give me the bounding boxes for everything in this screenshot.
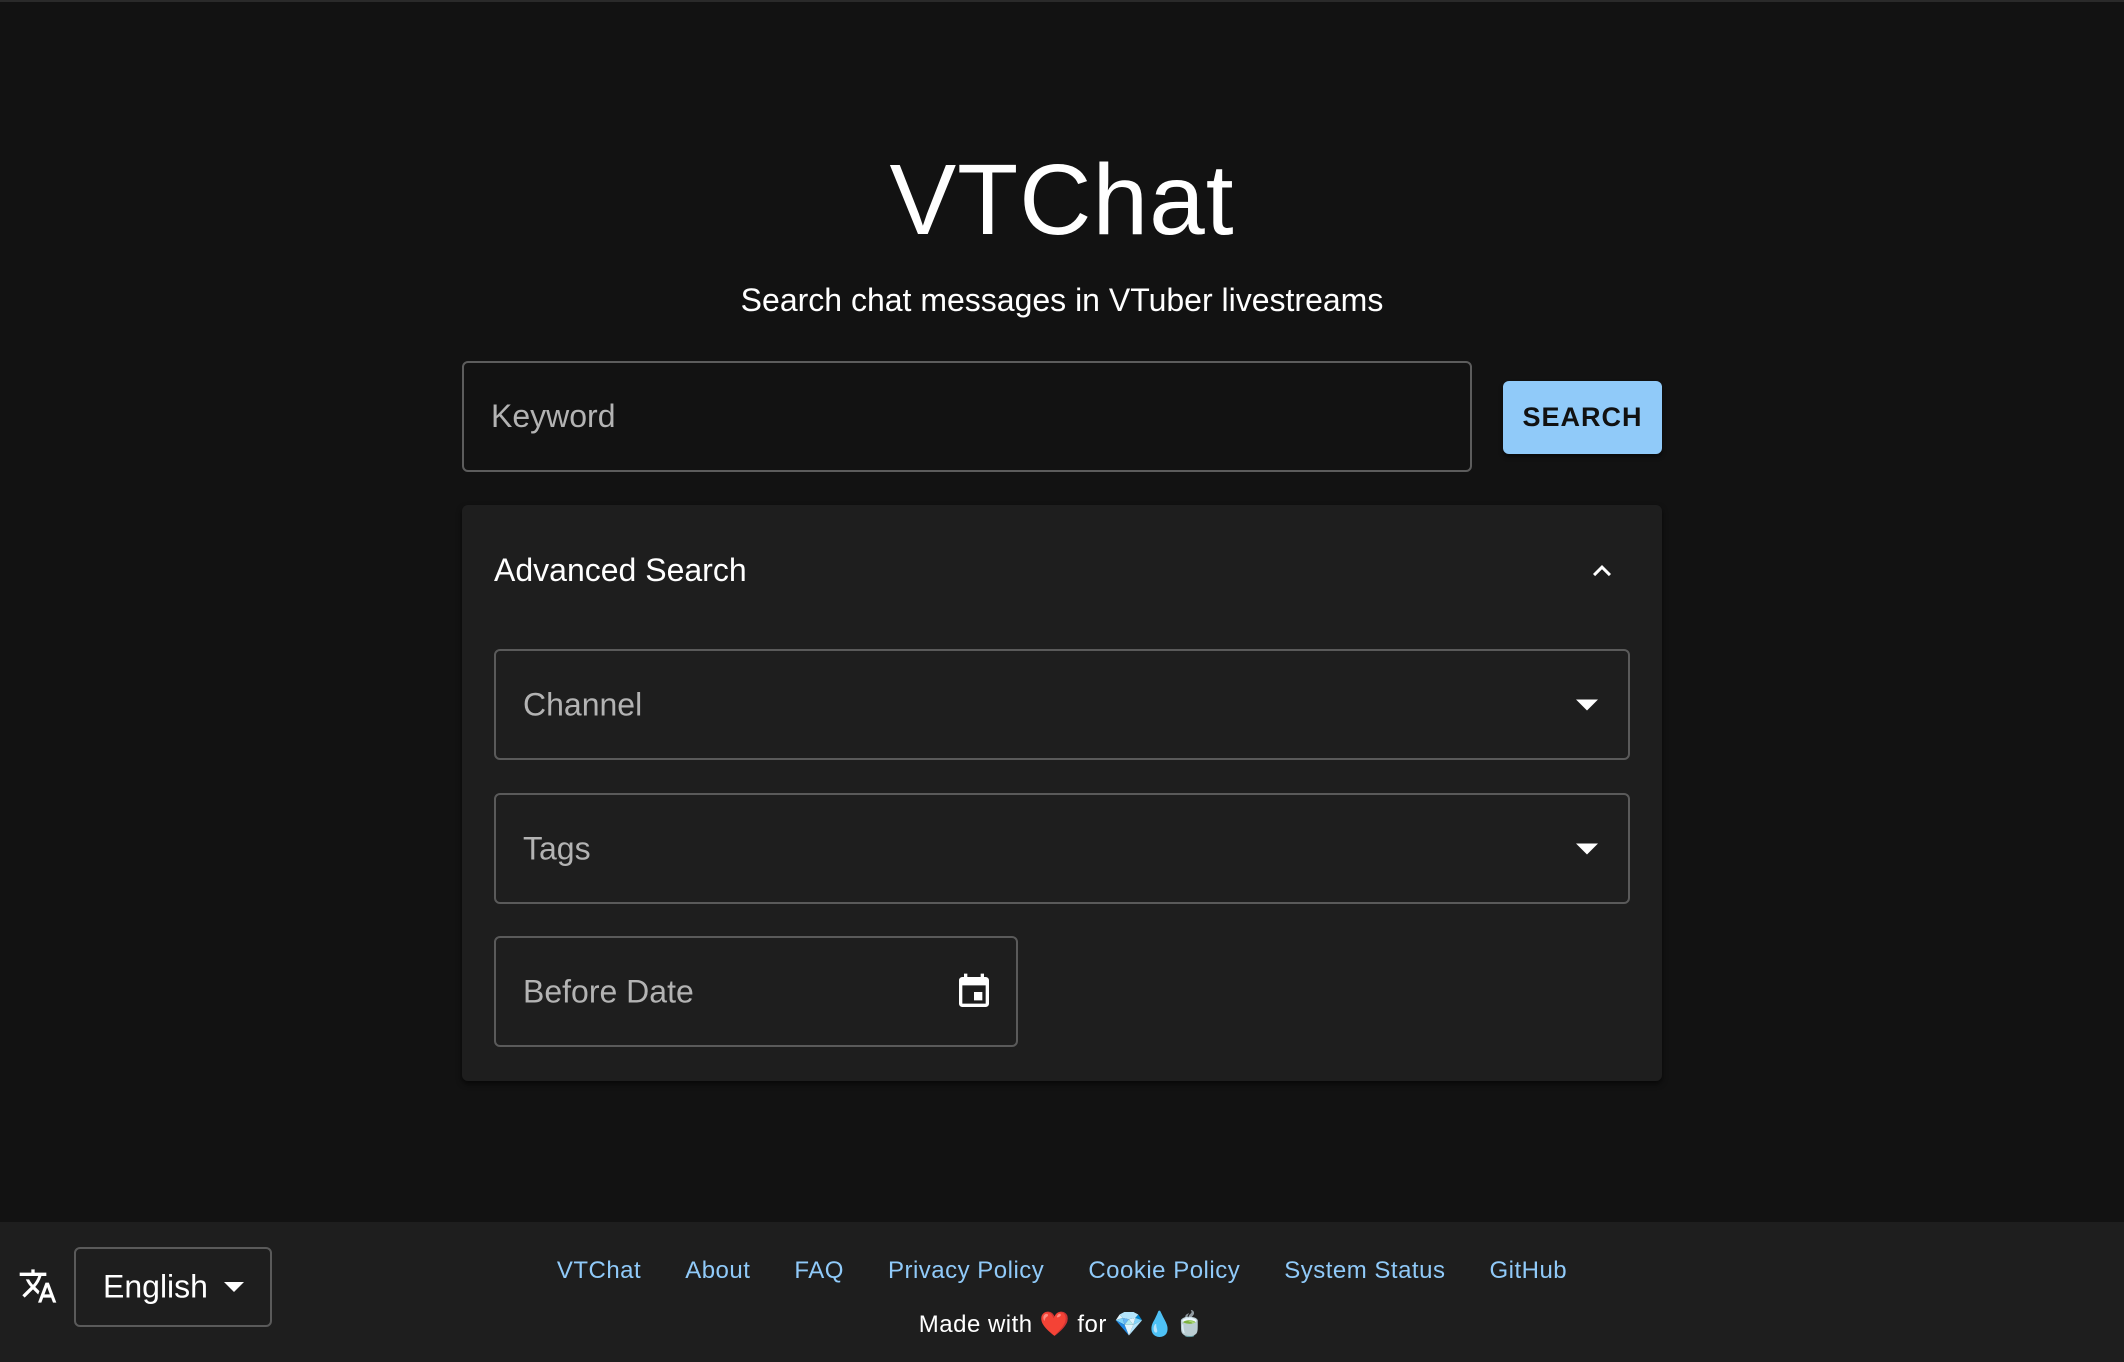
before-date-label: Before Date [523,973,694,1009]
advanced-search-panel: Advanced Search Channel Tags Before Date [462,505,1662,1081]
channel-label: Channel [523,686,643,722]
advanced-search-title[interactable]: Advanced Search [494,550,747,590]
page: VTChat Search chat messages in VTuber li… [0,0,2124,1362]
footer-link-cookie-policy[interactable]: Cookie Policy [1088,1257,1240,1284]
keyword-field[interactable] [462,361,1472,472]
footer-link-github[interactable]: GitHub [1489,1257,1567,1284]
calendar-icon[interactable] [954,972,994,1012]
made-with-for: for [1077,1311,1107,1338]
footer-link-faq[interactable]: FAQ [794,1257,844,1284]
footer-link-system-status[interactable]: System Status [1284,1257,1445,1284]
page-title: VTChat [889,144,1235,256]
footer-link-about[interactable]: About [685,1257,750,1284]
footer-links: VTChat About FAQ Privacy Policy Cookie Polic… [0,1256,2124,1286]
search-button[interactable]: SEARCH [1503,381,1662,454]
keyword-input[interactable] [464,363,1470,470]
made-with-text: Made with ❤️ for 💎💧🍵 [0,1310,2124,1340]
chevron-up-icon[interactable] [1584,553,1620,589]
footer-link-vtchat[interactable]: VTChat [557,1257,641,1284]
footer-link-privacy-policy[interactable]: Privacy Policy [888,1257,1044,1284]
page-subtitle: Search chat messages in VTuber livestrea… [740,282,1384,318]
caret-down-icon[interactable] [1576,699,1598,710]
heart-icon: ❤️ [1039,1311,1071,1338]
emoji-icons: 💎💧🍵 [1114,1311,1206,1338]
channel-select[interactable]: Channel [494,649,1630,760]
footer: English VTChat About FAQ Privacy Policy Cook… [0,1222,2124,1362]
tags-select[interactable]: Tags [494,793,1630,904]
made-with-prefix: Made with [918,1311,1033,1338]
top-divider [0,0,2124,2]
tags-label: Tags [523,830,591,866]
before-date-field[interactable]: Before Date [494,936,1018,1047]
caret-down-icon[interactable] [1576,843,1598,854]
